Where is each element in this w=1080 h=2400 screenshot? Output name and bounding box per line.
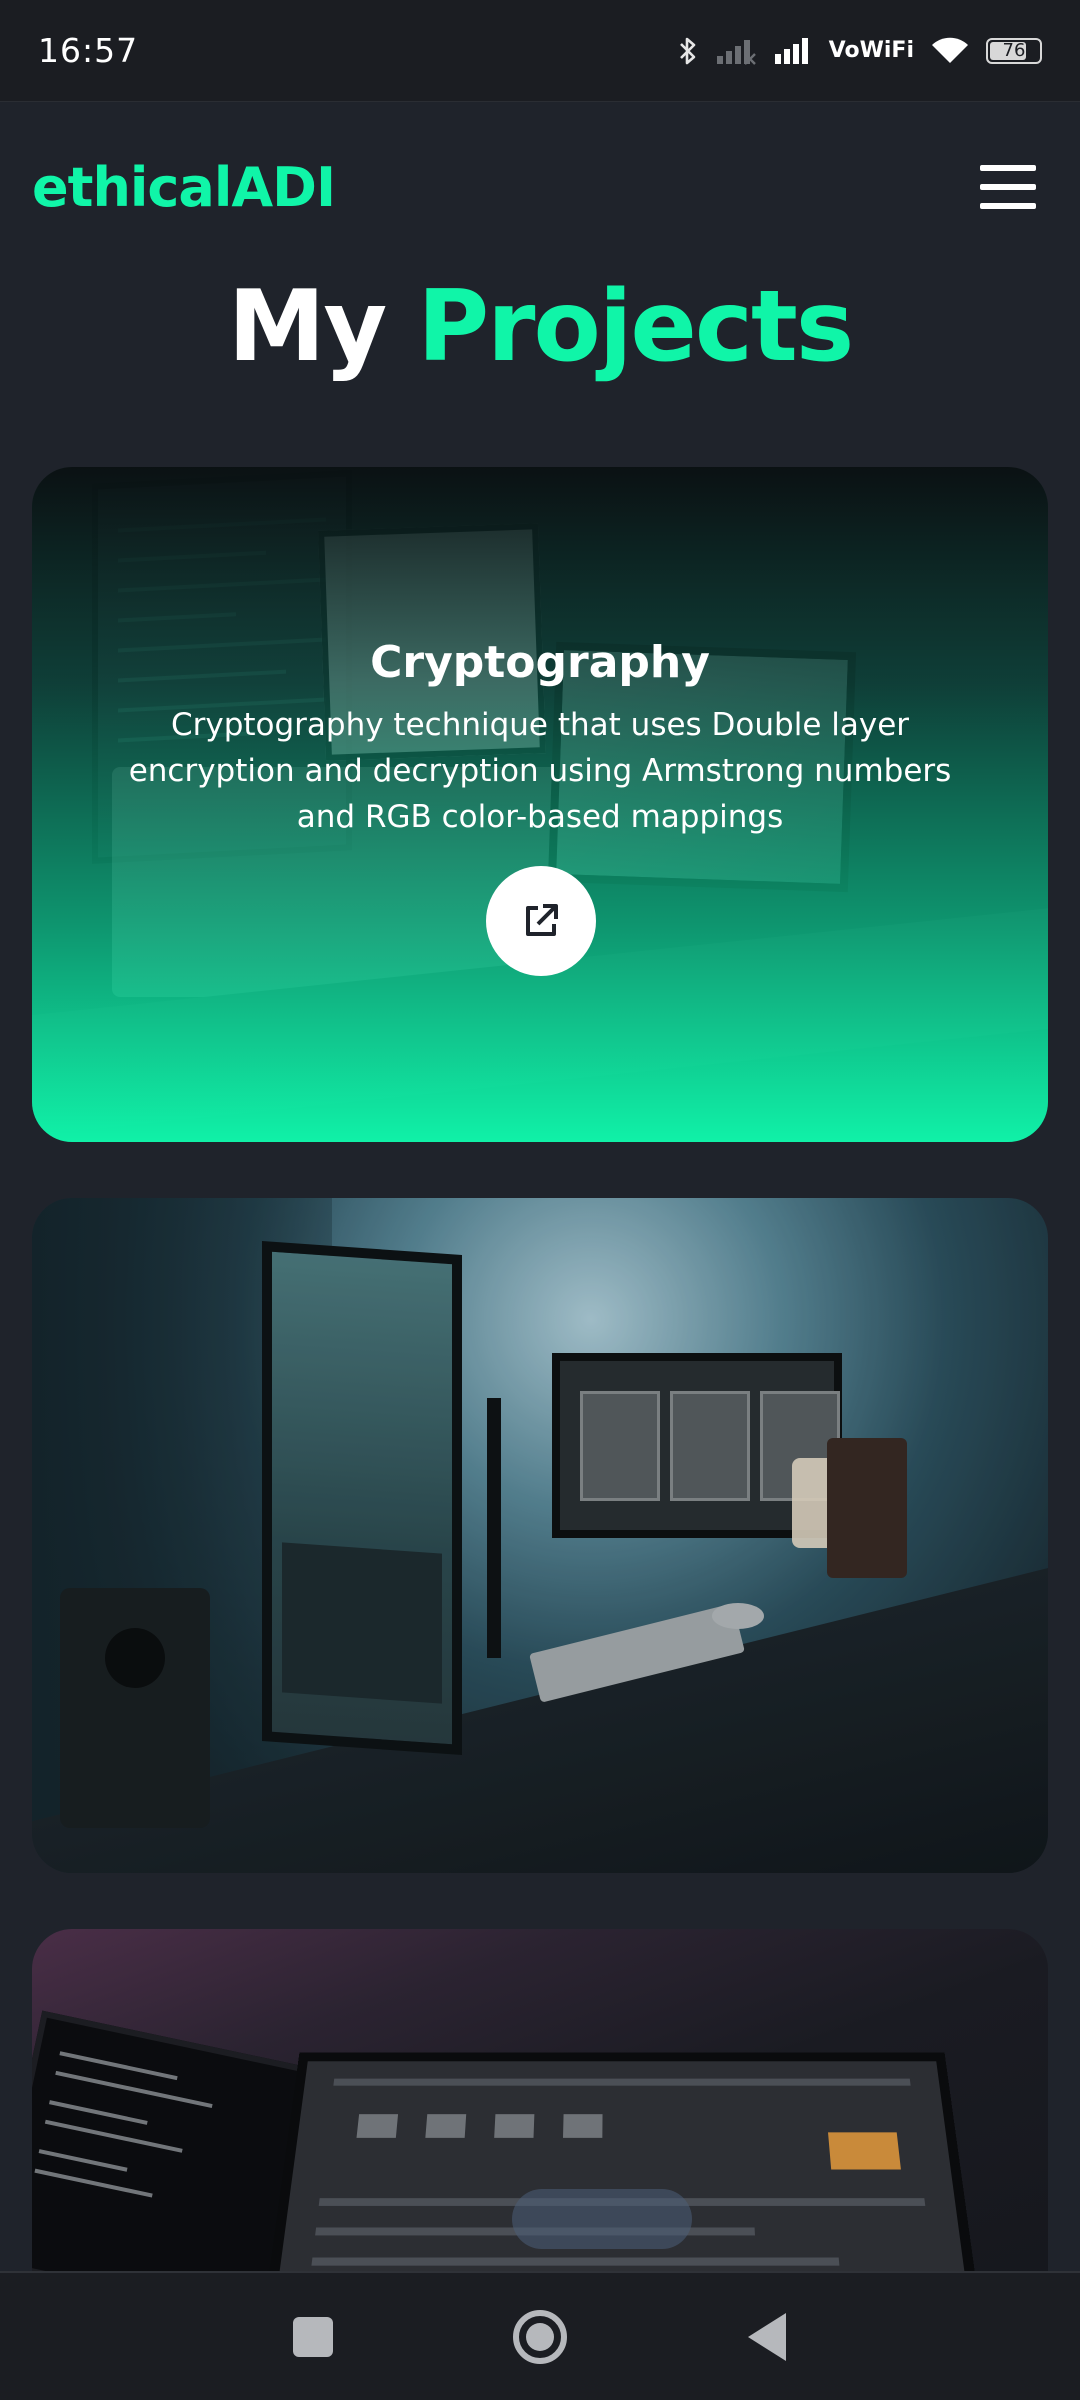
project-description: Cryptography technique that uses Double … [128, 707, 952, 835]
recent-apps-icon[interactable] [278, 2302, 348, 2372]
signal-icon [773, 36, 813, 66]
external-link-icon [526, 904, 558, 936]
project-info: Cryptography Cryptography technique that… [32, 637, 1048, 840]
back-icon[interactable] [732, 2302, 802, 2372]
signal-off-icon [715, 36, 757, 66]
page-title-word-2: Projects [417, 270, 854, 384]
vowifi-icon: Vo WiFi [828, 37, 914, 63]
project-card-2[interactable] [32, 1198, 1048, 1873]
bluetooth-icon [677, 35, 699, 67]
status-bar: 16:57 Vo WiFi 76 [0, 0, 1080, 102]
battery-level: 76 [1002, 40, 1026, 61]
system-nav-bar [0, 2271, 1080, 2400]
external-link-button[interactable] [486, 866, 596, 976]
page-title: My Projects [0, 262, 1080, 392]
home-icon[interactable] [505, 2302, 575, 2372]
site-header: ethicalADI [0, 102, 1080, 272]
wifi-icon [930, 35, 970, 67]
page-title-word-1: My [227, 270, 387, 384]
logo[interactable]: ethicalADI [32, 156, 336, 219]
hamburger-menu-icon[interactable] [980, 165, 1036, 209]
battery-icon: 76 [986, 37, 1042, 64]
project-card-cryptography[interactable]: Cryptography Cryptography technique that… [32, 467, 1048, 1142]
project-title: Cryptography [370, 637, 710, 688]
status-time: 16:57 [38, 31, 139, 70]
status-icons: Vo WiFi 76 [677, 35, 1042, 67]
